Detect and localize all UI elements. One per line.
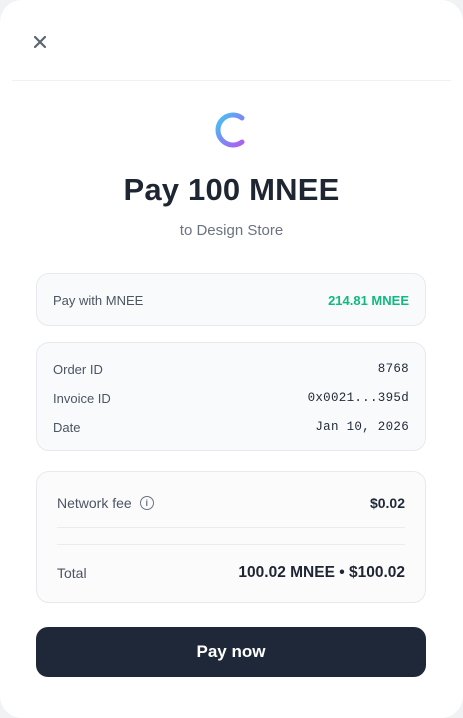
pay-with-card[interactable]: Pay with MNEE 214.81 MNEE [36, 273, 426, 326]
payment-sheet: Pay 100 MNEE to Design Store Pay with MN… [0, 0, 463, 718]
network-fee-row: Network fee i [57, 495, 154, 511]
network-fee-value: $0.02 [369, 495, 405, 511]
invoice-id-label: Invoice ID [53, 391, 111, 406]
network-fee-label: Network fee [57, 495, 132, 511]
date-label: Date [53, 420, 81, 435]
order-id-value: 8768 [377, 362, 409, 376]
divider [57, 544, 405, 545]
order-id-label: Order ID [53, 362, 103, 377]
summary-card: Network fee i $0.02 Total 100.02 MNEE • … [36, 471, 426, 603]
close-button[interactable] [28, 30, 52, 54]
info-icon[interactable]: i [139, 496, 154, 510]
order-details-card: Order ID 8768 Invoice ID 0x0021...395d D… [36, 342, 426, 451]
balance-value: 214.81 MNEE [328, 293, 409, 308]
pay-with-label: Pay with MNEE [53, 293, 144, 308]
close-icon [33, 35, 47, 49]
mnee-logo-icon [215, 112, 245, 148]
divider [57, 527, 405, 528]
total-label: Total [57, 565, 87, 581]
payment-title: Pay 100 MNEE [123, 172, 340, 207]
payment-subtitle: to Design Store [179, 222, 284, 239]
total-value: 100.02 MNEE • $100.02 [238, 564, 405, 581]
invoice-id-value: 0x0021...395d [307, 391, 409, 405]
date-value: Jan 10, 2026 [315, 420, 409, 434]
pay-now-button[interactable]: Pay now [36, 627, 426, 677]
header-bar [12, 0, 451, 81]
